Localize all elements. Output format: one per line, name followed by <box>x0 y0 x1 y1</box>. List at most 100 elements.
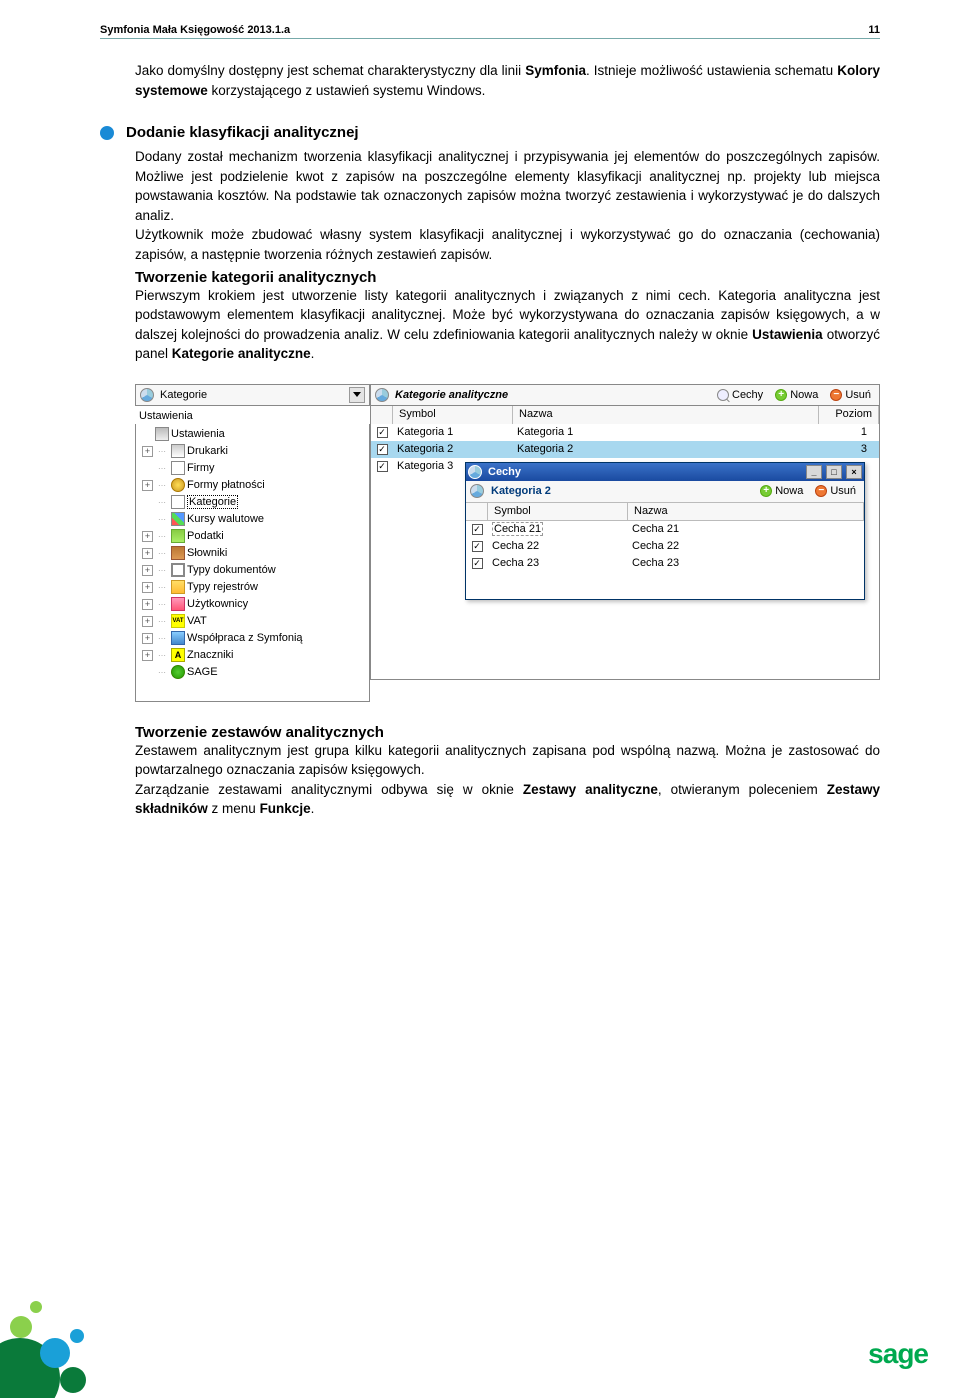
col-nazwa[interactable]: Nazwa <box>628 503 864 520</box>
sage-logo: sage <box>868 1338 928 1370</box>
expand-icon[interactable]: + <box>142 446 153 457</box>
close-button[interactable]: × <box>846 465 862 479</box>
category-icon <box>171 495 185 509</box>
tree-item-wspolpraca[interactable]: +⋯Współpraca z Symfonią <box>138 630 369 647</box>
window-category-label: Kategoria 2 <box>488 485 752 497</box>
sync-icon <box>171 631 185 645</box>
table-row[interactable]: ✓ Cecha 21Cecha 21 <box>466 521 864 538</box>
plus-icon: + <box>760 485 772 497</box>
nowa-button[interactable]: +Nowa <box>771 386 822 404</box>
cell-nazwa: Kategoria 1 <box>513 426 819 438</box>
cechy-button[interactable]: Cechy <box>713 386 767 404</box>
expand-icon[interactable]: + <box>142 616 153 627</box>
search-icon <box>717 389 729 401</box>
checkbox[interactable]: ✓ <box>377 444 388 455</box>
book-icon <box>171 546 185 560</box>
expand-icon[interactable]: + <box>142 565 153 576</box>
tree-item-kategorie[interactable]: ⋯Kategorie <box>138 494 369 511</box>
tree-item-typyrej[interactable]: +⋯Typy rejestrów <box>138 579 369 596</box>
nowa-button[interactable]: +Nowa <box>756 482 807 500</box>
maximize-button[interactable]: □ <box>826 465 842 479</box>
pie-icon <box>375 388 389 402</box>
folder-icon <box>171 580 185 594</box>
vat-icon: VAT <box>171 614 185 628</box>
column-header: Symbol Nazwa Poziom <box>370 406 880 424</box>
left-pane: Kategorie Ustawienia Ustawienia +⋯Drukar… <box>135 384 370 702</box>
selector-text: Kategorie <box>158 389 345 401</box>
intro-paragraph: Jako domyślny dostępny jest schemat char… <box>135 61 880 100</box>
coins-icon <box>171 478 185 492</box>
expand-icon[interactable]: + <box>142 531 153 542</box>
checkbox[interactable]: ✓ <box>472 524 483 535</box>
checkbox[interactable]: ✓ <box>377 427 388 438</box>
section-label: Ustawienia <box>135 406 370 424</box>
settings-tree: Ustawienia +⋯Drukarki ⋯Firmy +⋯Formy pła… <box>135 424 370 702</box>
cechy-rows: ✓Cecha 21Cecha 21✓Cecha 22Cecha 22✓Cecha… <box>466 521 864 599</box>
subheading-tworzenie-zestawow: Tworzenie zestawów analitycznych <box>135 724 880 741</box>
minimize-button[interactable]: _ <box>806 465 822 479</box>
minus-icon: − <box>830 389 842 401</box>
pie-icon <box>470 484 484 498</box>
expand-icon[interactable]: + <box>142 480 153 491</box>
para-zestawy-1: Zestawem analitycznym jest grupa kilku k… <box>135 741 880 780</box>
tree-item-ustawienia[interactable]: Ustawienia <box>138 426 369 443</box>
checkbox[interactable]: ✓ <box>472 558 483 569</box>
checkbox[interactable]: ✓ <box>472 541 483 552</box>
cechy-window: Cechy _ □ × Kategoria 2 +Nowa −Usuń Symb… <box>465 462 865 600</box>
cell-symbol: Kategoria 1 <box>393 426 513 438</box>
col-nazwa[interactable]: Nazwa <box>513 406 819 424</box>
tree-item-kursy[interactable]: ⋯Kursy walutowe <box>138 511 369 528</box>
tree-item-uzytkownicy[interactable]: +⋯Użytkownicy <box>138 596 369 613</box>
chevron-down-icon <box>353 392 361 397</box>
chart-icon <box>171 512 185 526</box>
page-number: 11 <box>868 24 880 36</box>
expand-icon[interactable]: + <box>142 650 153 661</box>
tree-item-typydok[interactable]: +⋯Typy dokumentów <box>138 562 369 579</box>
expand-icon[interactable]: + <box>142 599 153 610</box>
table-row[interactable]: ✓Kategoria 2Kategoria 23 <box>371 441 879 458</box>
expand-icon[interactable]: + <box>142 633 153 644</box>
wrench-icon <box>155 427 169 441</box>
para-klasyfikacja-1: Dodany został mechanizm tworzenia klasyf… <box>135 147 880 225</box>
cell-nazwa: Cecha 22 <box>628 540 864 552</box>
pie-icon <box>140 388 154 402</box>
users-icon <box>171 597 185 611</box>
page-header: Symfonia Mała Księgowość 2013.1.a 11 <box>100 24 880 39</box>
usun-button[interactable]: −Usuń <box>811 482 860 500</box>
col-poziom[interactable]: Poziom <box>819 406 879 424</box>
category-selector[interactable]: Kategorie <box>135 384 370 406</box>
dropdown-button[interactable] <box>349 387 365 403</box>
tree-item-slowniki[interactable]: +⋯Słowniki <box>138 545 369 562</box>
cell-nazwa: Kategoria 2 <box>513 443 819 455</box>
cell-symbol: Kategoria 2 <box>393 443 513 455</box>
tree-item-sage[interactable]: ⋯SAGE <box>138 664 369 681</box>
tree-item-podatki[interactable]: +⋯Podatki <box>138 528 369 545</box>
doc-title: Symfonia Mała Księgowość 2013.1.a <box>100 24 290 36</box>
plus-icon: + <box>775 389 787 401</box>
subheading-tworzenie-kategorii: Tworzenie kategorii analitycznych <box>135 269 880 286</box>
grid-icon <box>171 563 185 577</box>
cell-nazwa: Cecha 23 <box>628 557 864 569</box>
usun-button[interactable]: −Usuń <box>826 386 875 404</box>
checkbox[interactable]: ✓ <box>377 461 388 472</box>
col-symbol[interactable]: Symbol <box>393 406 513 424</box>
tree-item-formy[interactable]: +⋯Formy płatności <box>138 477 369 494</box>
tree-item-drukarki[interactable]: +⋯Drukarki <box>138 443 369 460</box>
expand-icon[interactable]: + <box>142 582 153 593</box>
minus-icon: − <box>815 485 827 497</box>
expand-icon[interactable]: + <box>142 548 153 559</box>
tree-item-znaczniki[interactable]: +⋯AZnaczniki <box>138 647 369 664</box>
tree-item-firmy[interactable]: ⋯Firmy <box>138 460 369 477</box>
cell-symbol: Cecha 21 <box>488 523 628 535</box>
window-titlebar[interactable]: Cechy _ □ × <box>466 463 864 481</box>
tree-item-vat[interactable]: +⋯VATVAT <box>138 613 369 630</box>
window-column-header: Symbol Nazwa <box>466 503 864 521</box>
para-zestawy-2: Zarządzanie zestawami analitycznymi odby… <box>135 780 880 819</box>
col-symbol[interactable]: Symbol <box>488 503 628 520</box>
pie-icon <box>468 465 482 479</box>
table-row[interactable]: ✓Cecha 23Cecha 23 <box>466 555 864 572</box>
table-row[interactable]: ✓Kategoria 1Kategoria 11 <box>371 424 879 441</box>
para-klasyfikacja-2: Użytkownik może zbudować własny system k… <box>135 225 880 264</box>
table-row[interactable]: ✓Cecha 22Cecha 22 <box>466 538 864 555</box>
cell-nazwa: Cecha 21 <box>628 523 864 535</box>
